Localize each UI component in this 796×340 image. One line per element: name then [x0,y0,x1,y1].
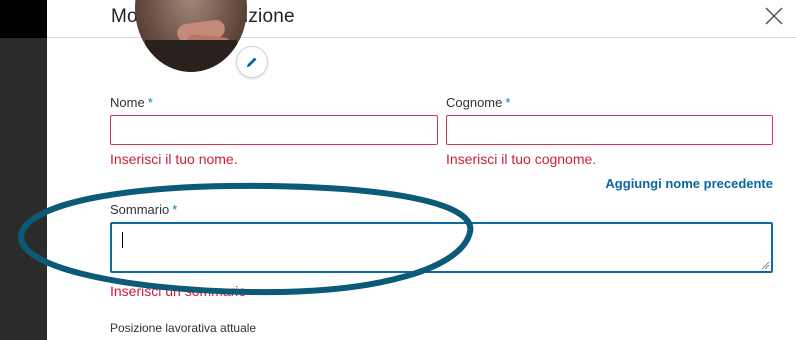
summary-error: Inserisci un sommario [110,283,247,299]
pencil-icon [247,57,257,67]
add-previous-name-link[interactable]: Aggiungi nome precedente [605,176,773,191]
last-name-label: Cognome * [446,95,510,110]
close-button[interactable] [760,2,788,30]
overlay-lower [0,38,47,340]
current-position-label: Posizione lavorativa attuale [110,321,257,335]
summary-label: Sommario * [110,202,177,217]
summary-label-text: Sommario [110,202,170,217]
close-icon [765,7,783,25]
last-name-error: Inserisci il tuo cognome. [446,151,597,167]
text-caret [122,232,123,248]
first-name-input[interactable] [110,115,438,145]
required-mark: * [172,202,178,217]
summary-textarea[interactable] [112,224,771,271]
background-overlay [0,0,47,340]
required-mark: * [147,95,153,110]
resize-handle-icon[interactable] [760,260,770,270]
last-name-label-text: Cognome [446,95,503,110]
profile-photo [135,0,247,72]
photo-detail [145,40,237,72]
edit-intro-dialog: Modifica introduzione Nome* Inserisci il… [47,0,796,340]
first-name-label: Nome * [110,95,153,110]
summary-field [110,222,773,273]
overlay-top [0,0,47,38]
edit-photo-button[interactable] [237,47,267,77]
required-mark: * [505,95,511,110]
last-name-input[interactable] [446,115,773,145]
first-name-label-text: Nome [110,95,145,110]
first-name-error: Inserisci il tuo nome. [110,151,238,167]
